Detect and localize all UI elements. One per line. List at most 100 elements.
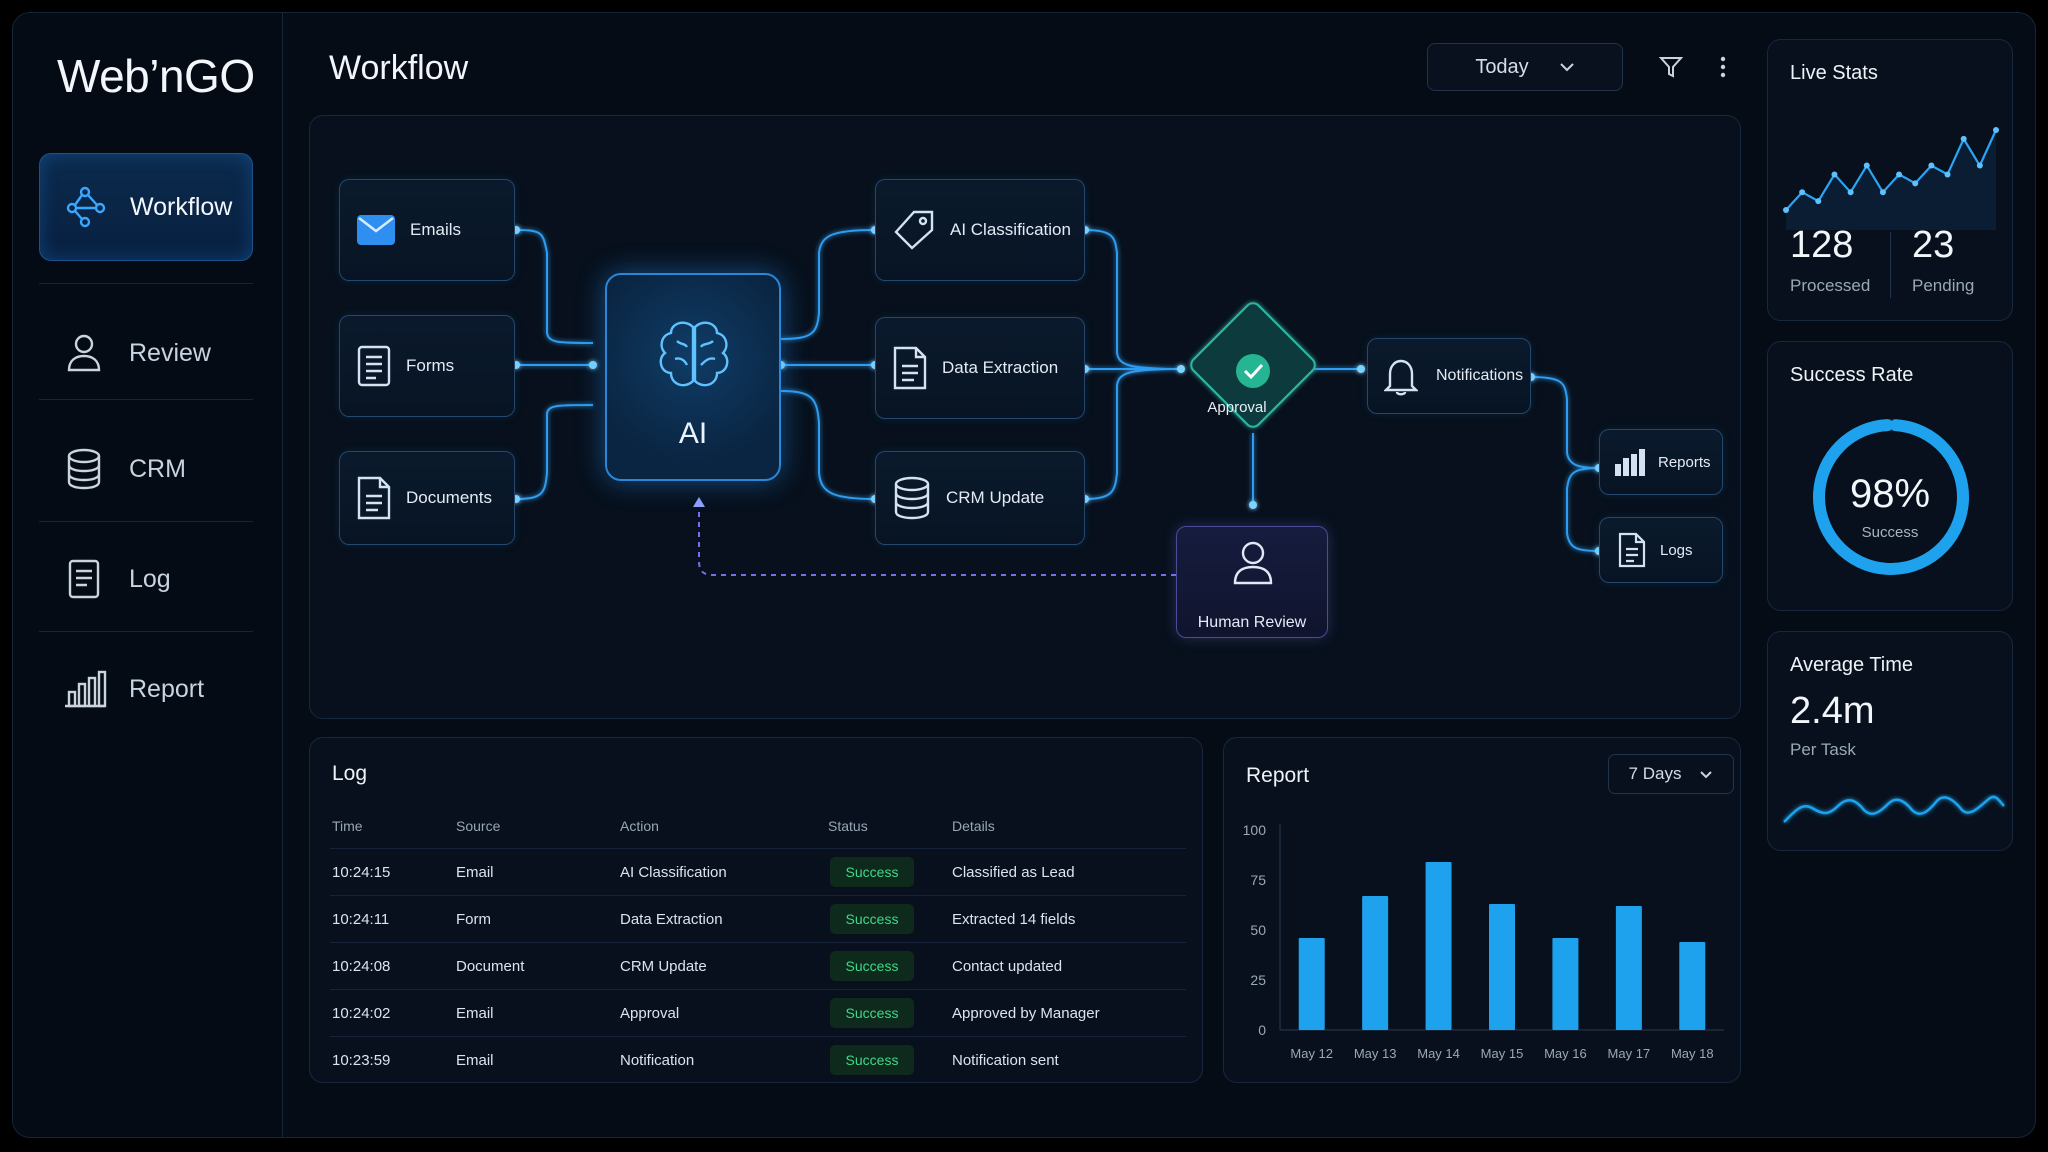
success-rate-card: Success Rate 98% Success	[1767, 341, 2013, 611]
bar[interactable]	[1362, 896, 1389, 1030]
x-tick-label: May 15	[1481, 1046, 1524, 1061]
cell-action: Approval	[620, 1005, 680, 1022]
cell-source: Email	[456, 1052, 494, 1069]
bar[interactable]	[1489, 904, 1515, 1030]
average-time-card: Average Time 2.4m Per Task	[1767, 631, 2013, 851]
cell-source: Email	[456, 864, 494, 881]
y-tick-label: 25	[1250, 972, 1266, 988]
table-row[interactable]: 10:24:08 Document CRM Update Success Con…	[330, 942, 1186, 989]
processed-label: Processed	[1790, 276, 1871, 295]
column-header: Status	[828, 818, 868, 834]
table-row[interactable]: 10:24:11 Form Data Extraction Success Ex…	[330, 895, 1186, 942]
sparkline-point	[1879, 189, 1886, 196]
brain-icon	[659, 321, 729, 387]
sidebar-item-review[interactable]: Review	[39, 299, 253, 407]
y-tick-label: 0	[1258, 1022, 1266, 1038]
x-tick-label: May 12	[1290, 1046, 1333, 1061]
pending-label: Pending	[1912, 276, 1975, 295]
sparkline-point	[1928, 162, 1935, 169]
bar[interactable]	[1679, 942, 1706, 1030]
date-filter-select[interactable]: Today	[1427, 43, 1623, 91]
more-vertical-icon	[1720, 56, 1726, 78]
card-title: Live Stats	[1790, 62, 1878, 84]
database-icon	[894, 476, 930, 520]
cell-time: 10:23:59	[332, 1052, 391, 1069]
node-label: Logs	[1660, 541, 1693, 559]
cell-time: 10:24:08	[332, 958, 391, 975]
cell-time: 10:24:15	[332, 864, 391, 881]
table-row[interactable]: 10:24:15 Email AI Classification Success…	[330, 848, 1186, 895]
sidebar-item-workflow[interactable]: Workflow	[39, 153, 253, 261]
node-label: Human Review	[1197, 614, 1307, 631]
cell-details: Approved by Manager	[952, 1005, 1100, 1022]
cell-time: 10:24:11	[332, 911, 390, 928]
ai-label: AI	[678, 417, 708, 450]
bar[interactable]	[1615, 906, 1642, 1030]
node-human-review[interactable]: Human Review	[1176, 526, 1328, 638]
sidebar-item-label: Review	[129, 338, 211, 367]
more-menu-button[interactable]	[1707, 51, 1739, 83]
sidebar-item-crm[interactable]: CRM	[39, 415, 253, 523]
node-notifications[interactable]: Notifications	[1367, 338, 1531, 414]
cell-action: Notification	[620, 1052, 695, 1069]
cell-source: Document	[456, 958, 525, 975]
node-reports[interactable]: Reports	[1599, 429, 1723, 495]
node-forms[interactable]: Forms	[339, 315, 515, 417]
column-header: Time	[332, 818, 363, 834]
sparkline-point	[1863, 162, 1870, 169]
sparkline-point	[1783, 207, 1789, 213]
chevron-down-icon	[1559, 63, 1574, 72]
node-label: Reports	[1658, 453, 1711, 471]
node-documents[interactable]: Documents	[339, 451, 515, 545]
cell-details: Contact updated	[952, 958, 1063, 975]
table-row[interactable]: 10:23:59 Email Notification Success Noti…	[330, 1036, 1186, 1083]
bar-chart: 0 25 50 75 100 May 12 May 13 May 14 May 15 May 16…	[1243, 822, 1724, 1061]
x-tick-label: May 17	[1608, 1046, 1651, 1061]
average-time-wave	[1783, 795, 2005, 823]
form-icon	[357, 345, 391, 387]
tag-icon	[894, 210, 934, 250]
node-crm-update[interactable]: CRM Update	[875, 451, 1085, 545]
node-data-extraction[interactable]: Data Extraction	[875, 317, 1085, 419]
sparkline-point	[1847, 189, 1854, 196]
cell-details: Notification sent	[952, 1052, 1059, 1069]
document-icon	[68, 559, 100, 599]
database-icon	[67, 448, 101, 490]
status-badge: Success	[830, 998, 914, 1028]
document-icon	[357, 476, 391, 520]
sidebar-item-log[interactable]: Log	[39, 525, 253, 633]
node-label: Forms	[406, 356, 455, 375]
column-header: Details	[952, 818, 995, 834]
x-tick-label: May 14	[1417, 1046, 1460, 1061]
status-badge: Success	[830, 904, 914, 934]
cell-time: 10:24:02	[332, 1005, 391, 1022]
cell-action: Data Extraction	[620, 911, 723, 928]
processed-count: 128	[1790, 224, 1854, 266]
bar[interactable]	[1298, 938, 1325, 1030]
y-tick-label: 50	[1250, 922, 1266, 938]
divider	[1890, 232, 1891, 298]
x-tick-label: May 13	[1354, 1046, 1397, 1061]
report-panel: Report 7 Days 0 25 50 75 100 May 12 May 13 May …	[1223, 737, 1741, 1083]
bar[interactable]	[1425, 862, 1452, 1030]
table-row[interactable]: 10:24:02 Email Approval Success Approved…	[330, 989, 1186, 1036]
node-ai[interactable]: AI	[605, 273, 781, 481]
sidebar-item-label: CRM	[129, 454, 186, 483]
node-ai-classification[interactable]: AI Classification	[875, 179, 1085, 281]
node-label: Documents	[406, 488, 492, 507]
date-filter-value: Today	[1475, 55, 1529, 78]
node-label: AI Classification	[950, 220, 1071, 239]
sidebar-item-label: Workflow	[130, 192, 233, 221]
filter-button[interactable]	[1655, 51, 1687, 83]
status-badge: Success	[830, 951, 914, 981]
column-header: Source	[456, 818, 501, 834]
node-label: Data Extraction	[942, 358, 1059, 377]
sidebar-item-report[interactable]: Report	[39, 635, 253, 743]
node-logs[interactable]: Logs	[1599, 517, 1723, 583]
success-rate-label: Success	[1861, 524, 1919, 541]
node-label: CRM Update	[946, 488, 1045, 507]
node-emails[interactable]: Emails	[339, 179, 515, 281]
cell-source: Email	[456, 1005, 494, 1022]
user-icon	[67, 334, 101, 372]
bar[interactable]	[1552, 938, 1579, 1030]
